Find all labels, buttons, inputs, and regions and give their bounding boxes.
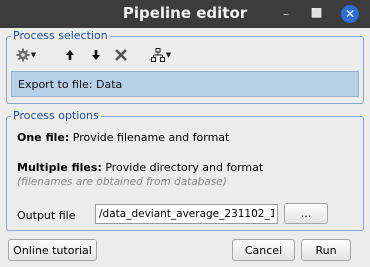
one-file-description: One file: Provide filename and format xyxy=(17,131,229,144)
close-window-button[interactable]: ✕ xyxy=(341,5,359,23)
chevron-down-icon: ▼ xyxy=(165,51,172,59)
multiple-files-heading: Multiple files: xyxy=(17,161,102,174)
multiple-files-description: Multiple files: Provide directory and fo… xyxy=(17,161,263,174)
arrow-down-icon xyxy=(92,50,100,60)
pipeline-tree-menu-button[interactable]: ▼ xyxy=(147,46,175,64)
process-selection-group: Process selection ▼ ▼ Export to file: Da… xyxy=(6,29,364,104)
close-x-icon xyxy=(115,49,127,61)
minimize-button[interactable]: – xyxy=(277,5,295,23)
cancel-button[interactable]: Cancel xyxy=(232,239,295,261)
move-up-button[interactable] xyxy=(63,46,77,64)
filenames-hint: (filenames are obtained from database) xyxy=(17,176,227,188)
process-options-group: Process options One file: Provide filena… xyxy=(6,109,364,231)
process-toolbar: ▼ ▼ xyxy=(11,46,211,64)
delete-process-button[interactable] xyxy=(113,46,129,64)
arrow-up-icon xyxy=(66,50,74,60)
process-options-label: Process options xyxy=(11,109,101,122)
output-file-label: Output file xyxy=(17,209,76,222)
process-selection-label: Process selection xyxy=(11,29,110,42)
gear-menu-button[interactable]: ▼ xyxy=(13,46,39,64)
chevron-down-icon: ▼ xyxy=(30,51,37,59)
run-button[interactable]: Run xyxy=(301,239,351,261)
multiple-files-text: Provide directory and format xyxy=(101,161,264,174)
maximize-button[interactable]: ⬜ xyxy=(308,5,326,23)
title-bar: Pipeline editor – ⬜ ✕ xyxy=(0,0,370,28)
one-file-heading: One file: xyxy=(17,131,70,144)
output-file-field[interactable] xyxy=(95,204,278,224)
one-file-text: Provide filename and format xyxy=(69,131,230,144)
browse-button[interactable]: ... xyxy=(284,203,328,224)
process-list[interactable]: Export to file: Data xyxy=(11,71,359,97)
tree-icon xyxy=(150,48,165,62)
gear-icon xyxy=(16,48,30,62)
list-item[interactable]: Export to file: Data xyxy=(18,78,122,91)
dialog-body: Process selection ▼ ▼ Export to file: Da… xyxy=(0,28,370,267)
move-down-button[interactable] xyxy=(89,46,103,64)
online-tutorial-button[interactable]: Online tutorial xyxy=(8,239,97,261)
